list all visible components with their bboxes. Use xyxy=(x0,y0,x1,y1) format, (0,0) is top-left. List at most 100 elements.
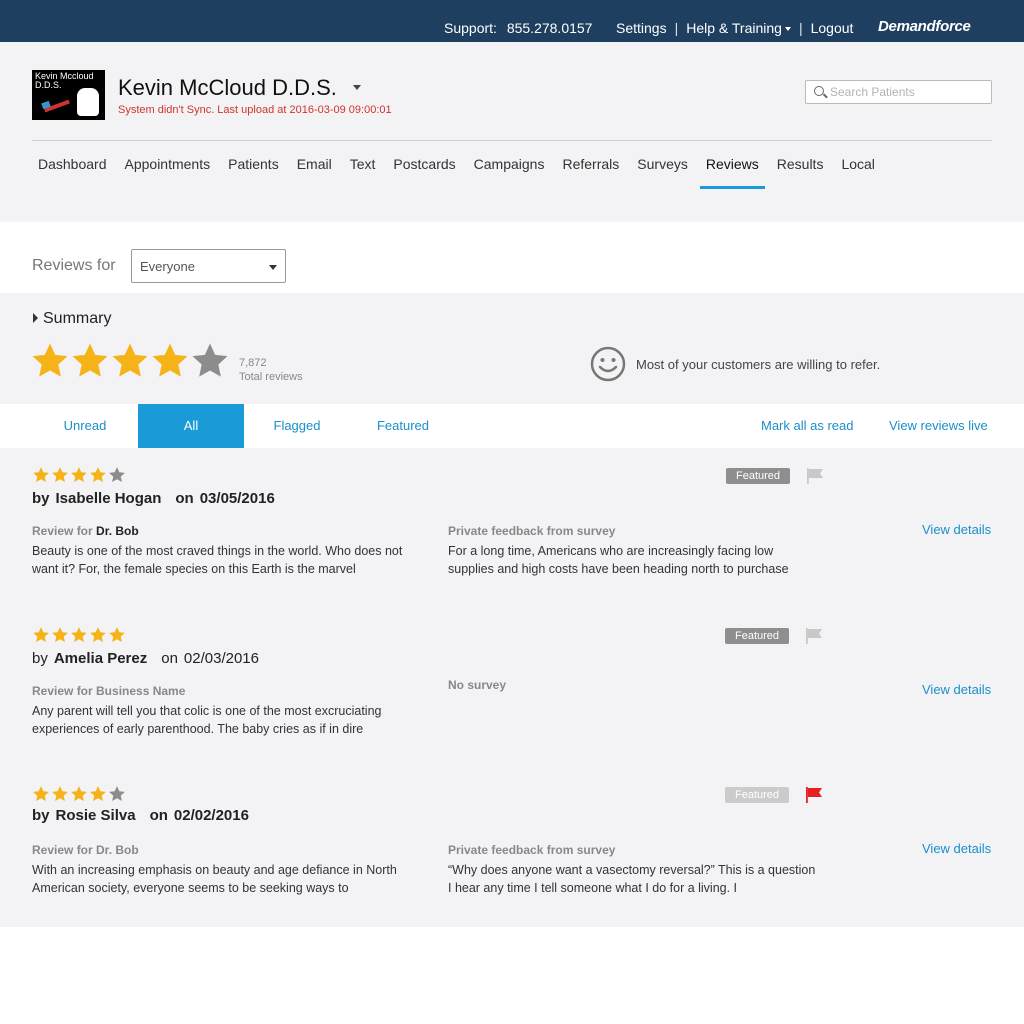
tab-flagged[interactable]: Flagged xyxy=(244,404,350,448)
star-empty-icon xyxy=(108,466,127,484)
featured-badge[interactable]: Featured xyxy=(725,628,789,644)
review-card: by Isabelle Hogan on 03/05/2016 Featured Revi… xyxy=(0,448,1024,608)
view-details-link[interactable]: View details xyxy=(922,682,991,697)
help-training-label: Help & Training xyxy=(686,20,782,36)
private-feedback-label: Private feedback from survey xyxy=(448,524,616,538)
nav-tab-results[interactable]: Results xyxy=(771,155,830,187)
search-patients-box[interactable] xyxy=(805,80,992,104)
nav-tab-campaigns[interactable]: Campaigns xyxy=(468,155,551,187)
star-filled-icon xyxy=(70,466,89,484)
nav-tab-appointments[interactable]: Appointments xyxy=(119,155,217,187)
star-filled-icon xyxy=(32,466,51,484)
on-label: on xyxy=(149,807,168,824)
logout-link[interactable]: Logout xyxy=(811,20,854,36)
flag-icon[interactable] xyxy=(805,787,823,803)
nav-tab-reviews[interactable]: Reviews xyxy=(699,155,765,189)
star-filled-icon xyxy=(32,785,51,803)
review-text: Any parent will tell you that colic is o… xyxy=(32,704,382,736)
star-filled-icon xyxy=(70,626,89,644)
mark-all-read-link[interactable]: Mark all as read xyxy=(761,404,853,448)
view-details-link[interactable]: View details xyxy=(922,522,991,537)
reviewer-name: Amelia Perez xyxy=(53,650,148,667)
nav-tab-referrals[interactable]: Referrals xyxy=(556,155,625,187)
star-filled-icon xyxy=(51,626,70,644)
private-feedback-text: For a long time, Americans who are incre… xyxy=(448,544,789,576)
star-filled-icon xyxy=(32,626,51,644)
star-filled-icon xyxy=(70,341,110,381)
practice-switcher-caret-icon[interactable] xyxy=(353,85,361,90)
support-phone[interactable]: 855.278.0157 xyxy=(507,20,593,36)
on-label: on xyxy=(175,490,194,507)
reviews-for-select[interactable]: Everyone xyxy=(131,249,286,283)
reviews-for-value: Everyone xyxy=(140,259,195,274)
review-filter-tabs: Unread All Flagged Featured Mark all as … xyxy=(0,404,1024,448)
help-training-link[interactable]: Help & Training xyxy=(686,20,791,36)
practice-header: Kevin Mccloud D.D.S. Kevin McCloud D.D.S… xyxy=(0,42,1024,222)
review-card: by Amelia Perez on 02/03/2016 Featured Review… xyxy=(0,608,1024,768)
by-label: by xyxy=(32,807,50,824)
support-label: Support: xyxy=(444,20,497,36)
summary-panel: Summary 7,872 Total reviews Most of your… xyxy=(0,293,1024,404)
tab-unread[interactable]: Unread xyxy=(32,404,138,448)
private-feedback-text: “Why does anyone want a vasectomy revers… xyxy=(448,863,816,895)
main-nav: Dashboard Appointments Patients Email Text Po… xyxy=(32,155,887,189)
practice-name[interactable]: Kevin McCloud D.D.S. xyxy=(118,75,337,101)
review-date: 02/03/2016 xyxy=(183,650,259,667)
star-filled-icon xyxy=(89,626,108,644)
brand-logo[interactable]: Demandforce xyxy=(878,18,971,35)
nav-tab-text[interactable]: Text xyxy=(344,155,382,187)
reviews-for-label: Reviews for xyxy=(32,257,116,274)
review-text: Beauty is one of the most craved things … xyxy=(32,544,403,576)
private-feedback-label: Private feedback from survey xyxy=(448,843,616,857)
separator: | xyxy=(674,20,679,36)
settings-link[interactable]: Settings xyxy=(616,20,667,36)
expand-triangle-icon[interactable] xyxy=(33,313,38,323)
total-review-count: 7,872 xyxy=(239,357,267,369)
review-for-label: Review for Business Name xyxy=(32,684,185,698)
nav-tab-patients[interactable]: Patients xyxy=(222,155,285,187)
star-filled-icon xyxy=(150,341,190,381)
review-date: 02/02/2016 xyxy=(173,807,249,824)
review-text: With an increasing emphasis on beauty an… xyxy=(32,863,397,895)
view-details-link[interactable]: View details xyxy=(922,841,991,856)
flag-icon[interactable] xyxy=(806,468,824,484)
search-patients-input[interactable] xyxy=(830,84,985,100)
on-label: on xyxy=(161,650,178,667)
tab-featured[interactable]: Featured xyxy=(350,404,456,448)
review-for-prefix: Review for Business Name xyxy=(32,684,186,698)
review-rating-stars xyxy=(32,626,127,644)
featured-badge[interactable]: Featured xyxy=(726,468,790,484)
by-label: by xyxy=(32,650,48,667)
review-rating-stars xyxy=(32,785,127,803)
nav-tab-dashboard[interactable]: Dashboard xyxy=(32,155,113,187)
star-filled-icon xyxy=(108,626,127,644)
star-empty-icon xyxy=(190,341,230,381)
featured-badge[interactable]: Featured xyxy=(725,787,789,803)
review-for-prefix: Review for xyxy=(32,524,93,538)
private-feedback-text xyxy=(448,702,818,738)
chevron-down-icon xyxy=(269,265,277,270)
reviewer-name: Rosie Silva xyxy=(55,807,136,824)
review-byline: by Amelia Perez on 02/03/2016 xyxy=(32,650,259,667)
review-for-name: Dr. Bob xyxy=(96,524,139,538)
view-reviews-live-link[interactable]: View reviews live xyxy=(889,404,988,448)
by-label: by xyxy=(32,490,50,507)
chevron-down-icon xyxy=(784,27,791,32)
sync-status: System didn't Sync. Last upload at 2016-… xyxy=(118,104,392,116)
flag-icon[interactable] xyxy=(805,628,823,644)
nav-tab-local[interactable]: Local xyxy=(835,155,880,187)
nav-tab-email[interactable]: Email xyxy=(291,155,338,187)
smiley-icon xyxy=(590,346,626,382)
overall-rating-stars xyxy=(30,341,230,381)
divider xyxy=(32,140,992,141)
total-reviews-label: Total reviews xyxy=(239,371,303,383)
nav-tab-postcards[interactable]: Postcards xyxy=(387,155,461,187)
star-filled-icon xyxy=(110,341,150,381)
review-for-label: Review for Dr. Bob xyxy=(32,524,139,538)
star-empty-icon xyxy=(108,785,127,803)
review-rating-stars xyxy=(32,466,127,484)
summary-title[interactable]: Summary xyxy=(43,310,111,328)
tab-all[interactable]: All xyxy=(138,404,244,448)
nav-tab-surveys[interactable]: Surveys xyxy=(631,155,694,187)
account-links: Settings | Help & Training | Logout xyxy=(616,20,853,36)
